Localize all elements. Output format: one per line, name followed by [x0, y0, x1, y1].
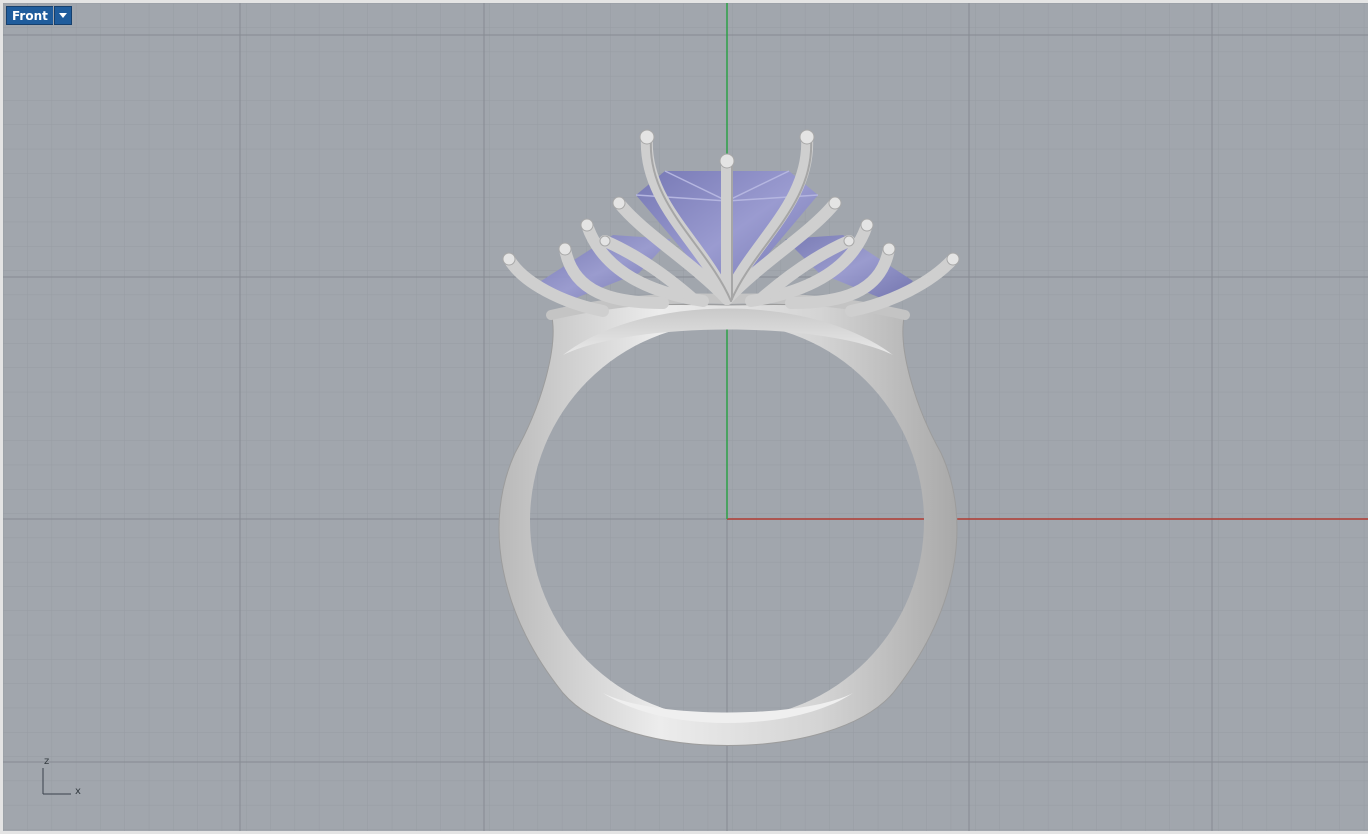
- axis-x-label: x: [75, 786, 81, 797]
- viewport-frame: Front z x: [0, 0, 1368, 834]
- front-viewport[interactable]: Front z x: [3, 3, 1368, 831]
- viewport-name-label[interactable]: Front: [6, 6, 53, 25]
- viewport-title-tab[interactable]: Front: [6, 6, 72, 25]
- axis-widget: z x: [39, 756, 89, 803]
- viewport-menu-button[interactable]: [53, 6, 72, 25]
- axis-z-label: z: [44, 756, 50, 767]
- chevron-down-icon: [58, 13, 67, 18]
- viewport-scene[interactable]: [3, 3, 1368, 831]
